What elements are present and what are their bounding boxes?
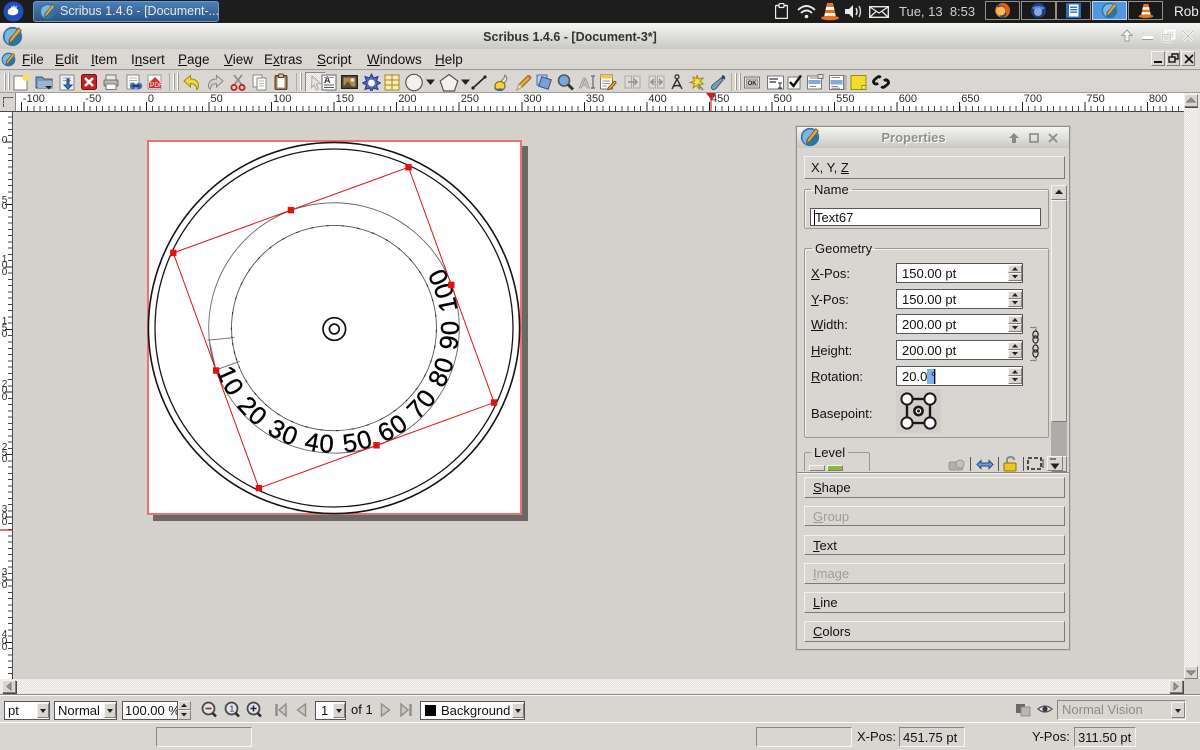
svg-text:A: A <box>324 75 331 85</box>
svg-text:10 20 30 40 50 60 70 80 90 100: 10 20 30 40 50 60 70 80 90 100 <box>211 263 465 459</box>
svg-text:OK: OK <box>748 81 758 87</box>
svg-text:1: 1 <box>229 704 234 714</box>
svg-text:PDF: PDF <box>150 82 163 89</box>
svg-text:A: A <box>579 75 590 91</box>
